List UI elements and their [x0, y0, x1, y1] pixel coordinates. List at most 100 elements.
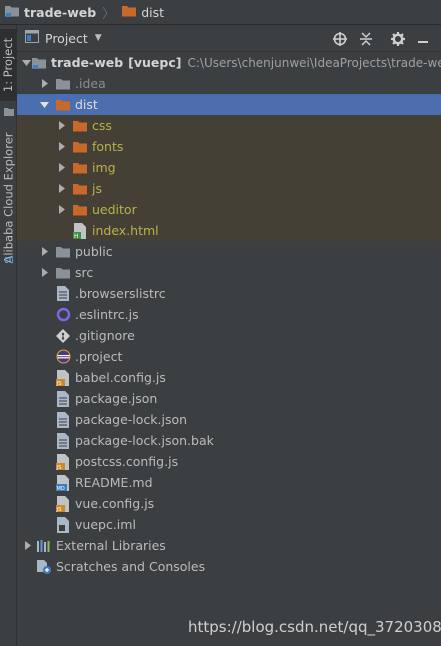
text-file-icon: [55, 432, 71, 449]
tree-item-scratches[interactable]: Scratches and Consoles: [17, 556, 441, 577]
json-file-icon: [55, 390, 71, 407]
item-label: postcss.config.js: [75, 454, 179, 469]
breadcrumb-separator: 〉: [102, 6, 116, 22]
tree-item-package-lock-bak[interactable]: package-lock.json.bak: [17, 430, 441, 451]
locate-file-button[interactable]: [331, 30, 349, 48]
chevron-down-icon[interactable]: [22, 58, 31, 67]
tree-item-readme[interactable]: MD README.md: [17, 472, 441, 493]
js-file-icon: JS: [55, 453, 71, 470]
tree-item-ueditor[interactable]: ueditor: [17, 199, 441, 220]
folder-icon: [55, 97, 71, 113]
item-label: README.md: [75, 475, 153, 490]
item-label: Scratches and Consoles: [56, 559, 206, 574]
item-label: js: [92, 181, 102, 196]
project-view-selector[interactable]: Project ▼: [25, 30, 102, 46]
chevron-right-icon[interactable]: [56, 184, 66, 193]
folder-icon: [72, 139, 88, 155]
tab-project[interactable]: 1: Project: [0, 29, 17, 101]
js-file-icon: JS: [55, 369, 71, 386]
svg-text:MD: MD: [57, 486, 65, 491]
navigation-bar: trade-web 〉 dist: [0, 0, 441, 25]
breadcrumb-root-label: trade-web: [24, 4, 97, 20]
module-file-icon: [55, 516, 71, 533]
tree-item-img[interactable]: img: [17, 157, 441, 178]
js-file-icon: JS: [55, 495, 71, 512]
item-label: .idea: [75, 76, 106, 91]
tree-item-dist[interactable]: dist: [17, 94, 441, 115]
tree-item-vue-config[interactable]: JS vue.config.js: [17, 493, 441, 514]
item-label: public: [75, 244, 113, 259]
chevron-down-icon: ▼: [94, 33, 102, 43]
item-label: package-lock.json: [75, 412, 188, 427]
item-label: ueditor: [92, 202, 137, 217]
settings-button[interactable]: [389, 30, 407, 48]
tab-alibaba-cloud-explorer[interactable]: Alibaba Cloud Explorer: [0, 123, 17, 273]
tree-item-css[interactable]: css: [17, 115, 441, 136]
folder-icon: [0, 105, 17, 119]
chevron-right-icon[interactable]: [39, 79, 49, 88]
tool-window-strip: 1: Project Alibaba Cloud Explorer: [0, 25, 17, 646]
item-label: vuepc.iml: [75, 517, 136, 532]
root-label: trade-web: [51, 55, 124, 70]
hide-panel-button[interactable]: [414, 30, 432, 48]
root-path: C:\Users\chenjunwei\IdeaProjects\trade-w…: [187, 55, 441, 70]
breadcrumb-current[interactable]: dist: [121, 0, 164, 25]
tree-item-eslintrc[interactable]: .eslintrc.js: [17, 304, 441, 325]
minimize-icon: [418, 41, 428, 43]
folder-icon: [55, 76, 71, 92]
crosshair-icon: [333, 32, 347, 46]
tree-item-public[interactable]: public: [17, 241, 441, 262]
tree-item-idea[interactable]: .idea: [17, 73, 441, 94]
tree-item-root[interactable]: trade-web [vuepc] C:\Users\chenjunwei\Id…: [17, 52, 441, 73]
tree-item-js[interactable]: js: [17, 178, 441, 199]
chevron-right-icon[interactable]: [56, 205, 66, 214]
scratches-icon: [36, 559, 52, 575]
tree-item-package-lock[interactable]: package-lock.json: [17, 409, 441, 430]
git-icon: [55, 328, 71, 344]
chevron-right-icon[interactable]: [39, 247, 49, 256]
eclipse-icon: [55, 349, 71, 365]
chevron-right-icon[interactable]: [56, 142, 66, 151]
item-label: fonts: [92, 139, 124, 154]
collapse-all-button[interactable]: [357, 30, 375, 48]
text-file-icon: [55, 286, 71, 302]
folder-icon: [72, 181, 88, 197]
chevron-right-icon[interactable]: [56, 121, 66, 130]
breadcrumb-root[interactable]: trade-web: [4, 0, 96, 25]
project-panel: Project ▼ trade-web [vuepc] C:\Users\che…: [17, 25, 441, 646]
item-label: css: [92, 118, 112, 133]
item-label: package-lock.json.bak: [75, 433, 214, 448]
chevron-right-icon[interactable]: [39, 268, 49, 277]
chevron-right-icon[interactable]: [22, 541, 32, 550]
tree-item-index-html[interactable]: H index.html: [17, 220, 441, 241]
item-label: package.json: [75, 391, 158, 406]
item-label: index.html: [92, 223, 159, 238]
item-label: .eslintrc.js: [75, 307, 139, 322]
tree-item-gitignore[interactable]: .gitignore: [17, 325, 441, 346]
watermark: https://blog.csdn.net/qq_37203082: [188, 618, 441, 636]
svg-text:JS: JS: [56, 381, 62, 386]
tree-item-fonts[interactable]: fonts: [17, 136, 441, 157]
item-label: img: [92, 160, 116, 175]
chevron-right-icon[interactable]: [56, 163, 66, 172]
chevron-down-icon[interactable]: [39, 100, 49, 109]
tree-item-postcss-config[interactable]: JS postcss.config.js: [17, 451, 441, 472]
breadcrumb-current-label: dist: [141, 4, 165, 20]
tree-item-project[interactable]: .project: [17, 346, 441, 367]
folder-icon: [55, 244, 71, 260]
project-window-icon: [25, 30, 39, 46]
tree-item-babel-config[interactable]: JS babel.config.js: [17, 367, 441, 388]
tree-item-browserslistrc[interactable]: .browserslistrc: [17, 283, 441, 304]
item-label: .browserslistrc: [75, 286, 166, 301]
item-label: babel.config.js: [75, 370, 166, 385]
tab-cloud-label: Alibaba Cloud Explorer: [1, 132, 16, 264]
tree-item-external-libraries[interactable]: External Libraries: [17, 535, 441, 556]
project-view-label: Project: [45, 30, 88, 46]
module-folder-icon: [4, 4, 20, 21]
folder-icon: [72, 202, 88, 218]
tree-item-package-json[interactable]: package.json: [17, 388, 441, 409]
tree-item-src[interactable]: src: [17, 262, 441, 283]
svg-text:JS: JS: [56, 507, 62, 512]
item-label: External Libraries: [56, 538, 166, 553]
tree-item-vuepc-iml[interactable]: vuepc.iml: [17, 514, 441, 535]
